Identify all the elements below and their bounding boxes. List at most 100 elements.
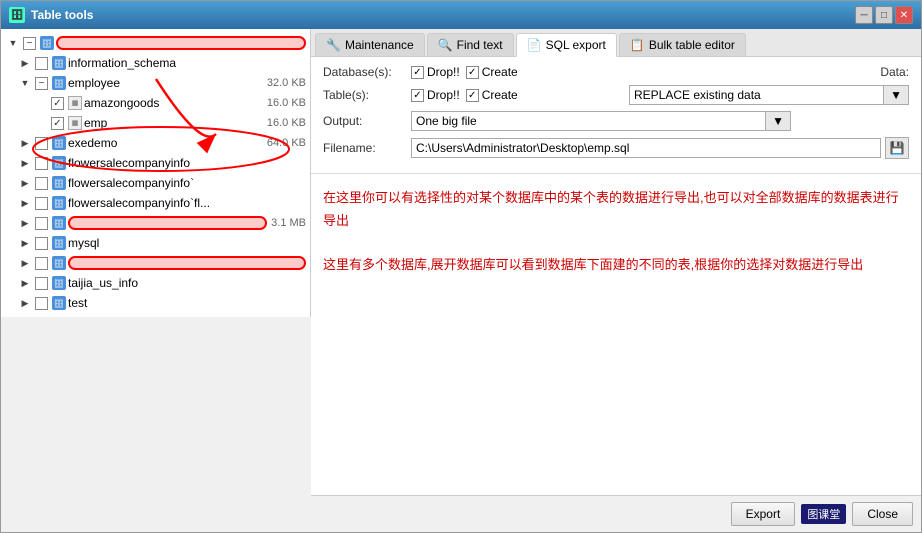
label-exedemo: exedemo [68,136,263,150]
expand-exedemo[interactable]: ▶ [17,135,33,151]
label-amazongoods: amazongoods [84,96,263,110]
form-row-tables: Table(s): Drop!! Create REPLACE existing… [323,85,909,105]
tbl-drop-checkbox[interactable] [411,89,424,102]
filename-label: Filename: [323,141,403,155]
db-icon-flowersale2: 🗄 [52,176,66,190]
watermark: 图课堂 [801,504,846,524]
checkbox-exedemo[interactable] [35,137,48,150]
item-label-root [56,36,306,50]
close-button-bottom[interactable]: Close [852,502,913,526]
db-create-checkbox[interactable] [466,66,479,79]
db-icon-exedemo: 🗄 [52,136,66,150]
tab-bulktable[interactable]: 📋 Bulk table editor [619,33,746,56]
tab-maintenance[interactable]: 🔧 Maintenance [315,33,425,56]
size-amazongoods: 16.0 KB [267,97,306,109]
label-information-schema: information_schema [68,56,306,70]
tab-bulktable-label: Bulk table editor [649,38,735,52]
tree-item-reddb2[interactable]: ▶ 🗄 [1,253,310,273]
tree-item-reddb1[interactable]: ▶ 🗄 3.1 MB [1,213,310,233]
tree-item-exedemo[interactable]: ▶ 🗄 exedemo 64.0 KB [1,133,310,153]
checkbox-test[interactable] [35,297,48,310]
db-drop-checkbox[interactable] [411,66,424,79]
tree-item-flowersale1[interactable]: ▶ 🗄 flowersalecompanyinfo [1,153,310,173]
db-create-label[interactable]: Create [466,65,518,79]
bulktable-icon: 📋 [630,38,645,52]
tbl-create-checkbox[interactable] [466,89,479,102]
checkbox-mysql[interactable] [35,237,48,250]
checkbox-taijia[interactable] [35,277,48,290]
expand-information-schema[interactable]: ▶ [17,55,33,71]
checkbox-amazongoods[interactable] [51,97,64,110]
tree-item-information-schema[interactable]: ▶ 🗄 information_schema [1,53,310,73]
output-dropdown[interactable]: One big file ▼ [411,111,791,131]
label-taijia: taijia_us_info [68,276,306,290]
tree-item-flowersale2[interactable]: ▶ 🗄 flowersalecompanyinfo` [1,173,310,193]
maximize-button[interactable]: □ [875,6,893,24]
db-icon-employee: 🗄 [52,76,66,90]
tree-item-flowersale3[interactable]: ▶ 🗄 flowersalecompanyinfo`fl... [1,193,310,213]
checkbox-flowersale1[interactable] [35,157,48,170]
minimize-button[interactable]: ─ [855,6,873,24]
tab-sqlexport[interactable]: 📄 SQL export [516,33,617,57]
checkbox-reddb1[interactable] [35,217,48,230]
filename-input[interactable] [411,138,881,158]
tree-item-root[interactable]: ▼ 🗄 [1,33,310,53]
expand-test[interactable]: ▶ [17,295,33,311]
tree-item-emp[interactable]: ▦ emp 16.0 KB [1,113,310,133]
label-mysql: mysql [68,236,306,250]
checkbox-information-schema[interactable] [35,57,48,70]
expand-reddb2[interactable]: ▶ [17,255,33,271]
checkbox-flowersale2[interactable] [35,177,48,190]
export-button[interactable]: Export [731,502,796,526]
data-dropdown[interactable]: REPLACE existing data ▼ [629,85,909,105]
sqlexport-icon: 📄 [527,38,542,52]
tree-item-taijia[interactable]: ▶ 🗄 taijia_us_info [1,273,310,293]
content-paragraph1: 在这里你可以有选择性的对某个数据库中的某个表的数据进行导出,也可以对全部数据库的… [323,186,909,233]
tree-item-test[interactable]: ▶ 🗄 test [1,293,310,313]
expand-mysql[interactable]: ▶ [17,235,33,251]
tree-panel: ▼ 🗄 ▶ 🗄 information_schema ▼ 🗄 [1,29,311,317]
tree-item-amazongoods[interactable]: ▦ amazongoods 16.0 KB [1,93,310,113]
label-employee: employee [68,76,263,90]
checkbox-emp[interactable] [51,117,64,130]
label-reddb1 [68,216,267,230]
size-exedemo: 64.0 KB [267,137,306,149]
data-dropdown-arrow[interactable]: ▼ [883,86,908,104]
db-icon-root: 🗄 [40,36,54,50]
checkbox-employee[interactable] [35,77,48,90]
expand-reddb1[interactable]: ▶ [17,215,33,231]
tbl-create-label[interactable]: Create [466,88,518,102]
expand-emp[interactable] [33,115,49,131]
checkbox-reddb2[interactable] [35,257,48,270]
expand-amazongoods[interactable] [33,95,49,111]
tree-item-employee[interactable]: ▼ 🗄 employee 32.0 KB [1,73,310,93]
expand-flowersale3[interactable]: ▶ [17,195,33,211]
tree-item-mysql[interactable]: ▶ 🗄 mysql [1,233,310,253]
app-icon: 🗄 [9,7,25,23]
close-button[interactable]: ✕ [895,6,913,24]
db-drop-label[interactable]: Drop!! [411,65,460,79]
size-employee: 32.0 KB [267,77,306,89]
tbl-drop-label[interactable]: Drop!! [411,88,460,102]
expand-flowersale1[interactable]: ▶ [17,155,33,171]
content-area: 在这里你可以有选择性的对某个数据库中的某个表的数据进行导出,也可以对全部数据库的… [311,174,921,495]
output-dropdown-arrow[interactable]: ▼ [765,112,790,130]
checkbox-root[interactable] [23,37,36,50]
expand-root[interactable]: ▼ [5,35,21,51]
tab-maintenance-label: Maintenance [345,38,414,52]
expand-taijia[interactable]: ▶ [17,275,33,291]
form-area: Database(s): Drop!! Create Data: [311,57,921,174]
browse-button[interactable]: 💾 [885,137,909,159]
expand-flowersale2[interactable]: ▶ [17,175,33,191]
tbl-create-text: Create [482,88,518,102]
label-flowersale1: flowersalecompanyinfo [68,156,306,170]
title-bar: 🗄 Table tools ─ □ ✕ [1,1,921,29]
tab-findtext[interactable]: 🔍 Find text [427,33,514,56]
checkbox-flowersale3[interactable] [35,197,48,210]
db-icon-reddb1: 🗄 [52,216,66,230]
form-row-filename: Filename: 💾 [323,137,909,159]
label-flowersale3: flowersalecompanyinfo`fl... [68,196,306,210]
maintenance-icon: 🔧 [326,38,341,52]
expand-employee[interactable]: ▼ [17,75,33,91]
db-create-text: Create [482,65,518,79]
